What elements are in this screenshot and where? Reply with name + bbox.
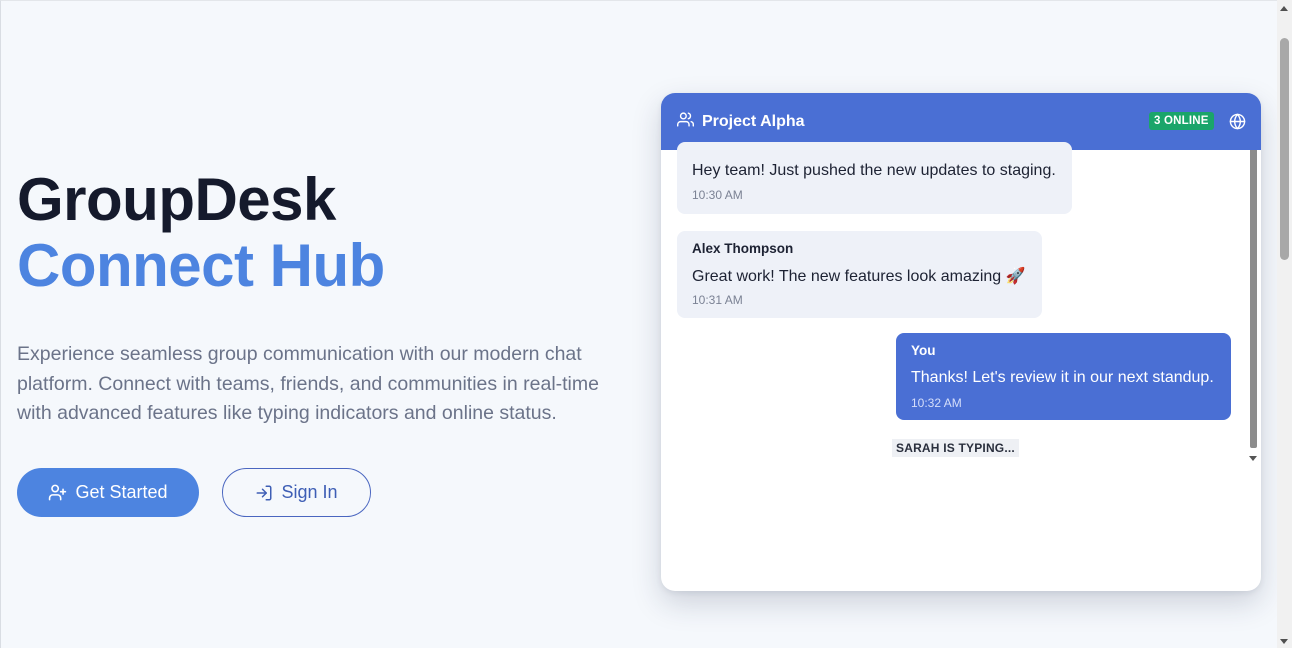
globe-icon[interactable] (1229, 113, 1246, 135)
message-text: Thanks! Let's review it in our next stan… (911, 369, 1214, 386)
chat-widget: Project Alpha 3 ONLINE Hey team! Just pu… (661, 93, 1261, 591)
message-bubble-own: You Thanks! Let's review it in our next … (896, 333, 1231, 420)
message-time: 10:30 AM (692, 188, 743, 202)
user-plus-icon (48, 483, 67, 502)
page-scrollbar-thumb[interactable] (1280, 38, 1289, 260)
hero-title-accent: Connect Hub (17, 232, 385, 299)
users-icon (677, 111, 694, 133)
sign-in-button[interactable]: Sign In (222, 468, 371, 517)
message-time: 10:32 AM (911, 396, 962, 410)
message-sender: You (911, 343, 936, 358)
message-text: Hey team! Just pushed the new updates to… (692, 162, 1056, 179)
message-time: 10:31 AM (692, 293, 743, 307)
sign-in-label: Sign In (281, 482, 338, 502)
page-scrollbar[interactable] (1277, 0, 1292, 648)
chat-group-name: Project Alpha (702, 112, 805, 130)
typing-indicator: SARAH IS TYPING... (892, 439, 1019, 457)
get-started-button[interactable]: Get Started (17, 468, 199, 517)
page-scroll-up-arrow[interactable] (1280, 6, 1288, 11)
sign-in-icon (255, 484, 273, 502)
message-list[interactable]: Hey team! Just pushed the new updates to… (661, 142, 1261, 591)
hero-title: GroupDesk Connect Hub (17, 167, 385, 299)
hero-description: Experience seamless group communication … (17, 343, 599, 424)
online-count-badge: 3 ONLINE (1149, 112, 1214, 130)
hero-title-brand: GroupDesk (17, 166, 336, 233)
page-scroll-down-arrow[interactable] (1280, 639, 1288, 644)
message-bubble: Hey team! Just pushed the new updates to… (677, 142, 1072, 214)
message-text: Great work! The new features look amazin… (692, 268, 1026, 285)
chat-scrollbar[interactable] (1249, 150, 1259, 466)
chat-scroll-down-arrow[interactable] (1249, 456, 1257, 461)
landing-page: GroupDesk Connect Hub Experience seamles… (0, 0, 1277, 648)
chat-scrollbar-thumb[interactable] (1250, 150, 1257, 448)
get-started-label: Get Started (75, 482, 168, 502)
message-sender: Alex Thompson (692, 241, 794, 256)
message-bubble: Alex Thompson Great work! The new featur… (677, 231, 1042, 318)
